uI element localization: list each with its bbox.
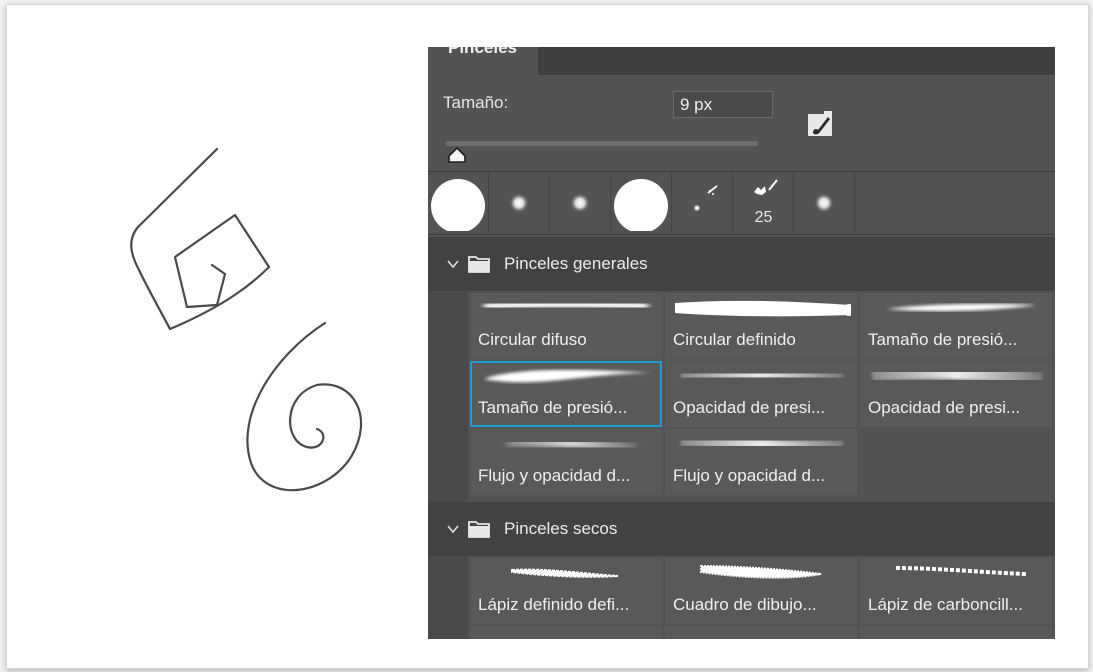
brush-name: Circular difuso	[478, 330, 587, 349]
brush-tile-circular-difuso[interactable]: Circular difuso	[470, 293, 662, 359]
preset-soft-round-3[interactable]	[794, 172, 855, 234]
rough-brush-stroke-preview	[895, 566, 1027, 576]
upper-spiral-stroke	[130, 147, 271, 331]
screenshot-frame: Pinceles Tamaño: 9 px 25 Pinceles genera…	[6, 4, 1089, 669]
brush-settings-icon	[808, 111, 832, 136]
brush-name: Opacidad de presi...	[868, 398, 1021, 417]
brush-name: Flujo y opacidad d...	[673, 466, 826, 485]
group-label: Pinceles generales	[504, 254, 648, 273]
brush-tile-pressure-opacity-1[interactable]: Opacidad de presi...	[665, 361, 857, 427]
size-input[interactable]: 9 px	[673, 91, 773, 118]
brush-tile-flow-opacity-1[interactable]: Flujo y opacidad d...	[470, 429, 662, 495]
brush-name: Flujo y opacidad d...	[478, 466, 631, 485]
soft-round-brush-icon	[814, 193, 834, 213]
soft-round-brush-icon	[570, 193, 590, 213]
brush-name: Opacidad de presi...	[673, 398, 826, 417]
soft-round-brush-icon	[509, 193, 529, 213]
hard-round-brush-icon	[431, 179, 485, 231]
preset-scatter[interactable]	[672, 172, 733, 234]
lower-spiral-stroke	[246, 321, 362, 492]
preset-size-label: 25	[754, 209, 773, 226]
brush-name: Tamaño de presió...	[868, 330, 1018, 349]
brush-name: Cuadro de dibujo...	[673, 595, 817, 614]
tapered-brush-stroke-preview	[886, 303, 1036, 312]
panel-tab-bar: Pinceles	[428, 47, 1055, 75]
size-label: Tamaño:	[443, 93, 509, 112]
fading-brush-stroke-preview	[680, 435, 844, 452]
fading-brush-stroke-preview	[680, 369, 844, 382]
rough-brush-stroke-preview	[700, 564, 822, 579]
brush-group-general[interactable]: Pinceles generales	[428, 237, 1055, 291]
fading-brush-stroke-preview	[505, 438, 637, 451]
hard-brush-stroke-preview	[675, 300, 851, 317]
preset-splatter[interactable]: 25	[733, 172, 794, 234]
brush-tile-circular-definido[interactable]: Circular definido	[665, 293, 857, 359]
size-slider-track[interactable]	[446, 141, 758, 146]
brush-tile-partial[interactable]	[665, 626, 857, 639]
group-gutter	[428, 556, 468, 639]
brush-name: Circular definido	[673, 330, 796, 349]
size-slider-thumb[interactable]	[447, 146, 467, 164]
folder-icon	[468, 521, 490, 538]
brush-tile-pressure-size-1[interactable]: Tamaño de presió...	[860, 293, 1052, 359]
preset-hard-round-1[interactable]	[428, 172, 489, 234]
brush-tile-flow-opacity-2[interactable]: Flujo y opacidad d...	[665, 429, 857, 495]
brush-tile-partial[interactable]	[860, 626, 1052, 639]
brush-group-dry[interactable]: Pinceles secos	[428, 502, 1055, 556]
rough-brush-stroke-preview	[511, 568, 619, 578]
scatter-brush-icon	[693, 185, 718, 212]
brush-tile-pencil-defined[interactable]: Lápiz definido defi...	[470, 558, 662, 624]
brush-tile-charcoal-pencil[interactable]: Lápiz de carboncill...	[860, 558, 1052, 624]
splatter-brush-icon	[754, 179, 778, 195]
brushes-panel: Pinceles Tamaño: 9 px 25 Pinceles genera…	[428, 47, 1055, 639]
tapered-brush-stroke-preview	[484, 369, 652, 383]
preset-soft-round-2[interactable]	[550, 172, 611, 234]
folder-icon	[468, 256, 490, 273]
group-label: Pinceles secos	[504, 519, 618, 538]
brush-name: Lápiz de carboncill...	[868, 595, 1023, 614]
brush-tile-partial[interactable]	[470, 626, 662, 639]
drawing-canvas[interactable]	[7, 5, 427, 665]
fading-brush-stroke-preview	[871, 366, 1043, 386]
brush-tile-pressure-size-selected[interactable]: Tamaño de presió...	[470, 361, 662, 427]
brush-name: Tamaño de presió...	[478, 398, 628, 417]
brush-tile-sketch-box[interactable]: Cuadro de dibujo...	[665, 558, 857, 624]
brush-name: Lápiz definido defi...	[478, 595, 630, 614]
chevron-down-icon	[447, 260, 459, 269]
brush-settings-button[interactable]	[803, 109, 837, 141]
soft-brush-stroke-preview	[483, 299, 649, 312]
recent-brush-presets: 25	[428, 171, 1055, 235]
brush-tile-pressure-opacity-2[interactable]: Opacidad de presi...	[860, 361, 1052, 427]
preset-soft-round-1[interactable]	[489, 172, 550, 234]
hard-round-brush-icon	[614, 179, 668, 231]
preset-hard-round-2[interactable]	[611, 172, 672, 234]
tab-brushes[interactable]: Pinceles	[428, 47, 538, 75]
group-gutter	[428, 291, 468, 502]
chevron-down-icon	[447, 525, 459, 534]
